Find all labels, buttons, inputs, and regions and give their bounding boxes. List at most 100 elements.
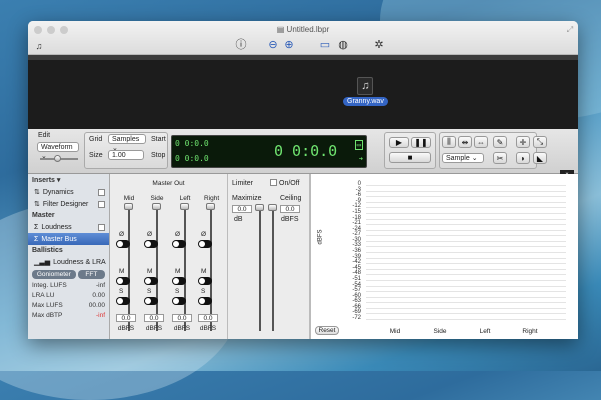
expand-button[interactable]: ⤡ bbox=[533, 136, 547, 148]
fullscreen-icon[interactable]: ⤢ bbox=[563, 23, 577, 37]
sidebar-item-loudness-lra[interactable]: ▁▃▅ Loudness & LRA bbox=[28, 256, 109, 268]
sidebar-item-filter-designer[interactable]: ⇅ Filter Designer bbox=[28, 198, 109, 210]
channel-knob[interactable] bbox=[152, 203, 161, 210]
solo-toggle[interactable] bbox=[198, 297, 212, 305]
window-title: ▤ Untitled.lbpr bbox=[28, 25, 578, 34]
phase-toggle[interactable] bbox=[198, 240, 212, 248]
filter-designer-checkbox[interactable] bbox=[98, 200, 105, 208]
expand-icon: ⤡ bbox=[536, 137, 544, 146]
channel-name: Right bbox=[204, 195, 220, 202]
fade-button[interactable]: ◗ bbox=[516, 152, 530, 164]
stat-max-lufs: Max LUFS 00.00 bbox=[28, 301, 109, 311]
channel-slider[interactable] bbox=[210, 205, 212, 331]
channel-unit: dBFS bbox=[173, 325, 191, 332]
phase-toggle[interactable] bbox=[116, 240, 130, 248]
ballistics-heading: Ballistics bbox=[32, 247, 63, 254]
reset-button[interactable]: Reset bbox=[315, 326, 339, 335]
layout-icon[interactable]: ▭ bbox=[318, 37, 332, 51]
size-input[interactable]: 1.00 bbox=[108, 150, 144, 160]
waveform-canvas[interactable]: ♫ Granny.wav bbox=[28, 55, 578, 129]
ceiling-unit: dBFS bbox=[281, 216, 299, 223]
scissors-tool-button[interactable]: ✂ bbox=[493, 152, 507, 164]
channel-knob[interactable] bbox=[124, 203, 133, 210]
zoom-out-icon[interactable]: ⊖ bbox=[266, 37, 280, 51]
lcd-end-icon[interactable]: ➜ bbox=[359, 155, 363, 163]
gear-icon[interactable]: ✲ bbox=[372, 37, 386, 51]
filter-icon: ⇅ bbox=[34, 201, 40, 208]
edit-mode-select[interactable]: Waveform ⌄ bbox=[37, 142, 79, 160]
chevron-down-icon[interactable]: ▾ bbox=[57, 177, 61, 184]
sidebar-item-label: Dynamics bbox=[42, 188, 74, 196]
sidebar-item-label: Loudness bbox=[41, 223, 72, 231]
channel-value[interactable]: 0.0 bbox=[116, 314, 136, 322]
loudness-checkbox[interactable] bbox=[98, 223, 105, 231]
ramp-button[interactable]: ◣ bbox=[533, 152, 547, 164]
channel-knob[interactable] bbox=[180, 203, 189, 210]
maximize-unit: dB bbox=[234, 216, 243, 223]
channel-value[interactable]: 0.0 bbox=[172, 314, 192, 322]
solo-toggle[interactable] bbox=[116, 297, 130, 305]
sidebar-item-dynamics[interactable]: ⇅ Dynamics bbox=[28, 186, 109, 198]
sidebar-item-master-bus[interactable]: Σ Master Bus bbox=[28, 233, 109, 245]
limiter-onoff-checkbox[interactable] bbox=[270, 179, 277, 186]
unit-value: Sample bbox=[446, 155, 470, 162]
maximize-value[interactable]: 0.0 bbox=[232, 205, 252, 213]
grid-line bbox=[366, 285, 566, 287]
unit-select[interactable]: Sample ⌄ bbox=[442, 153, 484, 163]
mute-toggle[interactable] bbox=[116, 277, 130, 285]
maximize-knob[interactable] bbox=[255, 204, 264, 211]
select-tool-button[interactable]: ⫼ bbox=[442, 136, 456, 148]
solo-toggle[interactable] bbox=[172, 297, 186, 305]
phase-toggle[interactable] bbox=[172, 240, 186, 248]
stat-label: Max dBTP bbox=[32, 312, 63, 319]
channel-slider[interactable] bbox=[184, 205, 186, 331]
inserts-heading: Inserts bbox=[32, 177, 55, 184]
limiter-panel: Limiter On/Off Maximize Ceiling 0.0 0.0 … bbox=[228, 174, 310, 339]
pencil-tool-button[interactable]: ✎ bbox=[493, 136, 507, 148]
maximize-slider[interactable] bbox=[259, 207, 261, 331]
move-tool-button[interactable]: ⇹ bbox=[458, 136, 472, 148]
size-value: 1.00 bbox=[112, 152, 126, 159]
phase-toggle[interactable] bbox=[144, 240, 158, 248]
meter-channel-label: Left bbox=[479, 328, 491, 335]
info-icon[interactable]: ⓘ bbox=[234, 37, 248, 51]
tab-goniometer[interactable]: Goniometer bbox=[32, 270, 76, 279]
grid-line bbox=[366, 201, 566, 203]
tab-fft[interactable]: FFT bbox=[77, 270, 105, 279]
solo-label: S bbox=[175, 288, 180, 295]
pause-button[interactable]: ❚❚ bbox=[411, 137, 431, 148]
channel-name: Side bbox=[150, 195, 164, 202]
channel-slider[interactable] bbox=[156, 205, 158, 331]
globe-icon[interactable]: ◍ bbox=[336, 37, 350, 51]
grid-mode-select[interactable]: Samples ⌄ bbox=[108, 134, 146, 152]
lcd-mode-icon[interactable]: ▭ bbox=[354, 140, 363, 150]
stat-value: 00.00 bbox=[88, 302, 105, 309]
meter-bars-icon: ▁▃▅ bbox=[34, 259, 51, 266]
grid-line bbox=[366, 268, 566, 270]
mute-toggle[interactable] bbox=[172, 277, 186, 285]
stretch-tool-button[interactable]: ⇔ bbox=[474, 136, 488, 148]
sidebar-item-loudness[interactable]: Σ Loudness bbox=[28, 221, 109, 233]
channel-slider[interactable] bbox=[128, 205, 130, 331]
audio-file[interactable]: ♫ Granny.wav bbox=[343, 77, 388, 106]
zoom-in-icon[interactable]: ⊕ bbox=[282, 37, 296, 51]
ceiling-knob[interactable] bbox=[268, 204, 277, 211]
mute-toggle[interactable] bbox=[144, 277, 158, 285]
crosshair-button[interactable]: ✛ bbox=[516, 136, 530, 148]
stop-button[interactable]: ■ bbox=[389, 152, 431, 163]
ceiling-value[interactable]: 0.0 bbox=[280, 205, 300, 213]
dynamics-checkbox[interactable] bbox=[98, 188, 105, 196]
ceiling-slider[interactable] bbox=[272, 207, 274, 331]
play-button[interactable]: ▶ bbox=[389, 137, 409, 148]
edit-zoom-knob[interactable] bbox=[54, 155, 61, 162]
channel-value[interactable]: 0.0 bbox=[144, 314, 164, 322]
channel-knob[interactable] bbox=[206, 203, 215, 210]
channel-value[interactable]: 0.0 bbox=[198, 314, 218, 322]
document-proxy-icon[interactable]: ♫ bbox=[32, 39, 46, 53]
solo-toggle[interactable] bbox=[144, 297, 158, 305]
dynamics-icon: ⇅ bbox=[34, 189, 40, 196]
mute-toggle[interactable] bbox=[198, 277, 212, 285]
grid-line bbox=[366, 257, 566, 259]
meter-channel-label: Mid bbox=[389, 328, 401, 335]
grid-line bbox=[366, 263, 566, 265]
